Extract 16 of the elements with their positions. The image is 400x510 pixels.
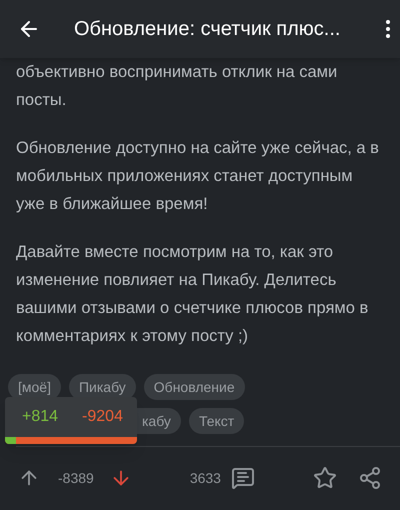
favorite-button[interactable] [312,466,337,490]
post-paragraph: Обновление доступно на сайте уже сейчас, а в мобильных приложениях станет доступным уже в ближайшее время! [16,138,380,215]
comments-count: 3633 [190,468,221,488]
post-paragraph: Давайте вместе посмотрим на то, как это изменение повлияет на Пикабу. Делитесь вашими отзывами о счетчике плюсов прямо в комментариях к этому посту ;) [16,242,370,347]
post-paragraph: объективно воспринимать отклик на сами посты. [16,62,338,111]
tag-chip[interactable]: Текст [188,408,244,434]
pluses-count: +814 [22,407,58,427]
rating-count: -8389 [58,468,94,488]
comment-icon [230,466,255,490]
share-icon [358,466,382,490]
star-icon [312,466,337,490]
tag-chip[interactable]: Обновление [144,374,245,400]
more-dots-icon [386,20,390,38]
comments-button[interactable] [230,466,255,490]
window-title: Обновление: счетчик плюс... [74,17,340,42]
share-button[interactable] [358,466,382,490]
